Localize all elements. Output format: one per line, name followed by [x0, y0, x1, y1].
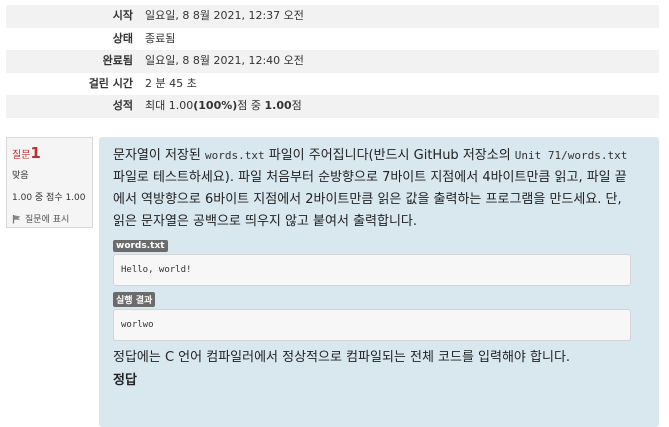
summary-value: 종료됨: [145, 31, 176, 45]
result-content-box: worlwo: [113, 309, 631, 341]
question-state: 맞음: [12, 171, 29, 181]
summary-label: 완료됨: [102, 54, 133, 67]
summary-row-completed: 완료됨 일요일, 8 8월 2021, 12:40 오전: [6, 50, 659, 73]
question-number: 질문1: [12, 144, 41, 162]
flag-question-label: 질문에 표시: [25, 215, 70, 225]
summary-row-started: 시작 일요일, 8 8월 2021, 12:37 오전: [6, 5, 659, 28]
summary-row-time-taken: 걸린 시간 2 분 45 초: [6, 73, 659, 96]
summary-label: 상태: [112, 31, 133, 45]
summary-label: 걸린 시간: [88, 76, 133, 90]
question-info-box: 질문1 맞음 1.00 중 점수 1.00 질문에 표시: [6, 137, 93, 228]
file-tag: words.txt: [113, 240, 168, 252]
summary-label: 시작: [112, 9, 133, 22]
summary-value: 최대 1.00(100%)점 중 1.00점: [145, 99, 302, 112]
summary-row-grade: 성적 최대 1.00(100%)점 중 1.00점: [6, 95, 659, 118]
summary-value: 일요일, 8 8월 2021, 12:40 오전: [145, 54, 304, 67]
question-grade: 1.00 중 점수 1.00: [12, 193, 86, 203]
question-content: 문자열이 저장된 words.txt 파일이 주어집니다(반드시 GitHub …: [99, 137, 659, 427]
answer-note: 정답에는 C 언어 컴파일러에서 정상적으로 컴파일되는 전체 코드를 입력해야…: [113, 350, 571, 365]
flag-question-link[interactable]: 질문에 표시: [12, 212, 87, 225]
summary-row-state: 상태 종료됨: [6, 28, 659, 51]
flag-icon: [12, 214, 22, 224]
summary-value: 2 분 45 초: [145, 76, 197, 90]
summary-label: 성적: [112, 99, 133, 112]
summary-value: 일요일, 8 8월 2021, 12:37 오전: [145, 9, 304, 22]
file-content-box: Hello, world!: [113, 254, 631, 286]
result-tag: 실행 결과: [113, 292, 156, 307]
question-text: 문자열이 저장된 words.txt 파일이 주어집니다(반드시 GitHub …: [113, 148, 628, 229]
attempt-summary: 시작 일요일, 8 8월 2021, 12:37 오전 상태 종료됨 완료됨 일…: [6, 5, 659, 118]
answer-heading: 정답: [113, 373, 137, 388]
